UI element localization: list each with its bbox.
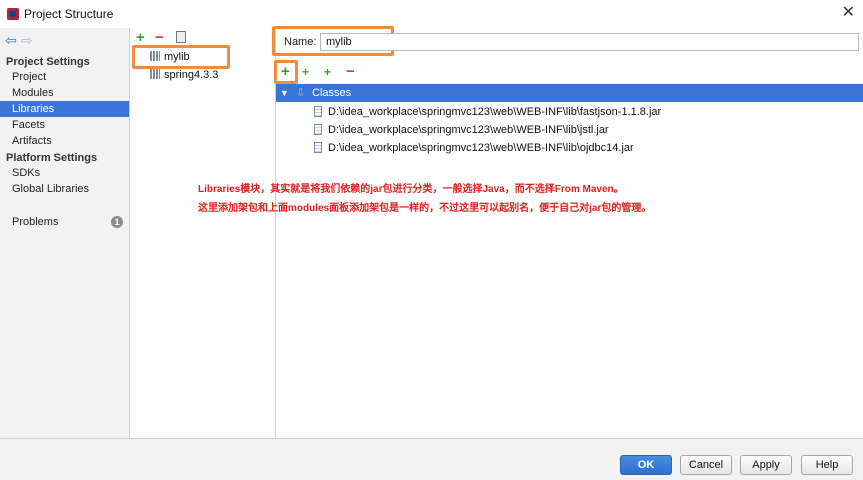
attach-files-icon[interactable]: +	[302, 65, 309, 79]
dialog-button-bar: OK Cancel Apply Help	[0, 438, 863, 480]
nav-history: ⇦ ⇨	[5, 32, 32, 49]
jar-row[interactable]: D:\idea_workplace\springmvc123\web\WEB-I…	[314, 139, 634, 157]
classes-label: Classes	[312, 87, 352, 99]
library-item-mylib[interactable]: mylib	[150, 48, 190, 66]
close-icon[interactable]: ✕	[842, 4, 855, 22]
problems-count-badge: 1	[111, 216, 123, 228]
ok-button[interactable]: OK	[620, 455, 672, 475]
nav-item-project[interactable]: Project	[0, 69, 129, 85]
attach-jar-icon[interactable]: +	[324, 65, 331, 79]
expand-caret-icon[interactable]: ▼	[280, 84, 289, 102]
arrow-left-icon[interactable]: ⇦	[5, 32, 17, 48]
library-icon	[150, 69, 160, 79]
project-settings-header: Project Settings	[6, 56, 90, 68]
jar-row[interactable]: D:\idea_workplace\springmvc123\web\WEB-I…	[314, 121, 609, 139]
jar-path: D:\idea_workplace\springmvc123\web\WEB-I…	[328, 106, 662, 118]
problems-label: Problems	[12, 216, 59, 228]
nav-item-sdks[interactable]: SDKs	[0, 165, 129, 181]
classes-icon: ⇩	[296, 87, 306, 99]
help-button[interactable]: Help	[801, 455, 853, 475]
apply-button[interactable]: Apply	[740, 455, 792, 475]
nav-item-problems[interactable]: Problems 1	[0, 214, 129, 230]
platform-settings-header: Platform Settings	[6, 152, 98, 164]
copy-icon[interactable]	[176, 31, 186, 43]
annotation-line-1: Libraries模块，其实就是将我们依赖的jar包进行分类，一般选择Java，…	[198, 184, 624, 195]
library-item-spring[interactable]: spring4.3.3	[150, 66, 218, 84]
jar-row[interactable]: D:\idea_workplace\springmvc123\web\WEB-I…	[314, 103, 661, 121]
classes-node[interactable]: ▼ ⇩ Classes	[276, 84, 863, 102]
library-details-panel: Name: + + + − ▼ ⇩ Classes D:\idea_workpl…	[272, 26, 863, 438]
nav-item-libraries[interactable]: Libraries	[0, 101, 129, 117]
jar-file-icon	[314, 142, 322, 153]
library-name: mylib	[164, 51, 190, 63]
cancel-button[interactable]: Cancel	[680, 455, 732, 475]
remove-library-icon[interactable]: −	[155, 30, 164, 45]
jar-file-icon	[314, 124, 322, 135]
nav-item-global-libraries[interactable]: Global Libraries	[0, 181, 129, 197]
jar-path: D:\idea_workplace\springmvc123\web\WEB-I…	[328, 142, 634, 154]
library-name-input[interactable]	[320, 33, 859, 51]
add-library-icon[interactable]: +	[136, 30, 145, 45]
settings-nav: ⇦ ⇨ Project Settings Project Modules Libr…	[0, 28, 130, 438]
annotation-line-2: 这里添加架包和上面modules面板添加架包是一样的，不过这里可以起别名，便于自…	[198, 203, 652, 214]
nav-item-artifacts[interactable]: Artifacts	[0, 133, 129, 149]
remove-entry-icon[interactable]: −	[346, 64, 355, 79]
nav-item-modules[interactable]: Modules	[0, 85, 129, 101]
title-bar: Project Structure ✕	[0, 0, 863, 28]
intellij-icon	[7, 8, 19, 20]
arrow-right-icon[interactable]: ⇨	[21, 32, 33, 48]
jar-file-icon	[314, 106, 322, 117]
library-name: spring4.3.3	[164, 69, 219, 81]
name-label: Name:	[284, 36, 317, 48]
library-icon	[150, 51, 160, 61]
jar-path: D:\idea_workplace\springmvc123\web\WEB-I…	[328, 124, 609, 136]
nav-item-facets[interactable]: Facets	[0, 117, 129, 133]
library-list-panel: + − mylib spring4.3.3	[130, 28, 276, 438]
add-classes-icon[interactable]: +	[281, 64, 290, 79]
window-title: Project Structure	[24, 7, 114, 21]
